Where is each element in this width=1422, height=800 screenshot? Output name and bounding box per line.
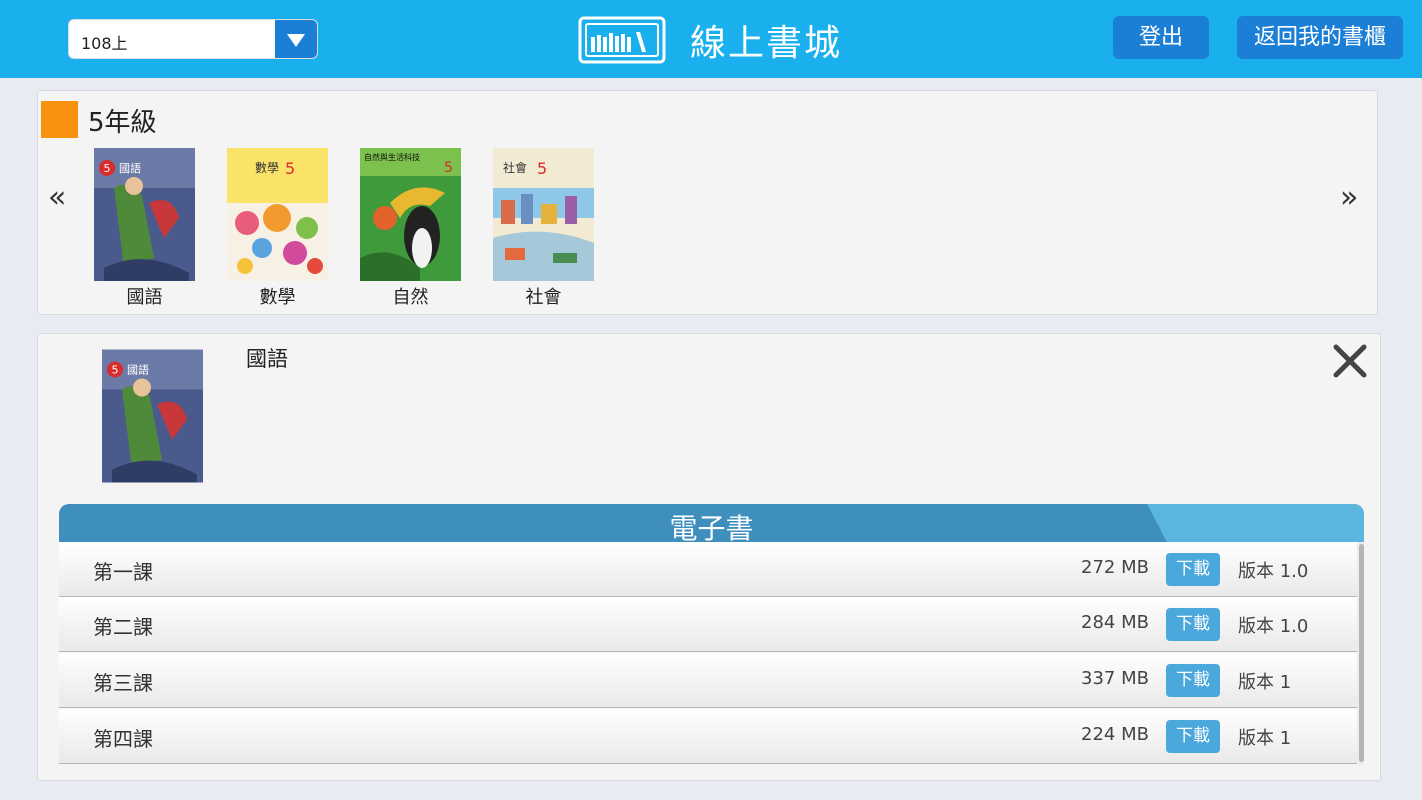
list-item[interactable]: 第四課 224 MB 下載 版本 1: [59, 709, 1357, 764]
version-label: 版本 1.0: [1238, 561, 1309, 582]
svg-text:5: 5: [444, 160, 453, 176]
svg-text:自然與生活科技: 自然與生活科技: [364, 152, 420, 162]
ebook-list[interactable]: 第一課 272 MB 下載 版本 1.0 第二課 284 MB 下載 版本 1.…: [59, 542, 1364, 765]
book-title: 數學: [259, 287, 296, 308]
version-label: 版本 1.0: [1238, 616, 1309, 637]
book-cover[interactable]: 5 國語: [94, 148, 195, 281]
svg-text:國語: 國語: [127, 363, 149, 377]
book-title: 自然: [392, 287, 429, 308]
book-title: 國語: [126, 287, 163, 308]
svg-text:5: 5: [285, 159, 295, 178]
ebook-section-label: 電子書: [669, 512, 754, 542]
svg-text:5: 5: [537, 159, 547, 178]
download-button[interactable]: 下載: [1166, 553, 1220, 586]
list-item[interactable]: 第三課 337 MB 下載 版本 1: [59, 653, 1357, 708]
svg-text:社會: 社會: [503, 160, 527, 175]
bookshelf-icon: [578, 16, 666, 64]
book-chinese[interactable]: 5 國語 國語: [94, 148, 195, 309]
file-size: 337 MB: [1081, 668, 1149, 689]
download-button[interactable]: 下載: [1166, 720, 1220, 753]
download-button[interactable]: 下載: [1166, 608, 1220, 641]
file-size: 224 MB: [1081, 724, 1149, 745]
term-select-value: 108上: [81, 34, 128, 53]
file-size: 272 MB: [1081, 557, 1149, 578]
svg-text:國語: 國語: [119, 161, 141, 175]
lesson-name: 第四課: [93, 727, 153, 751]
book-science[interactable]: 自然與生活科技 5 自然: [360, 148, 461, 309]
book-cover[interactable]: 數學 5: [227, 148, 328, 281]
close-icon[interactable]: [1332, 343, 1368, 379]
ebook-section-header: 電子書: [59, 504, 1364, 542]
selected-book-cover: 5 國語: [102, 349, 203, 483]
selected-book-title: 國語: [246, 347, 288, 371]
term-select[interactable]: 108上: [68, 19, 318, 59]
back-to-bookshelf-button[interactable]: 返回我的書櫃: [1237, 16, 1403, 59]
grade-marker: [41, 101, 78, 138]
next-arrow[interactable]: »: [1340, 183, 1358, 213]
book-social[interactable]: 社會 5 社會: [493, 148, 594, 309]
logout-button[interactable]: 登出: [1113, 16, 1209, 59]
grade-shelf: 5年級 « » 5 國語 國語 數學 5 數學 自然與生活科技 5 自然 社會 …: [37, 90, 1378, 315]
app-title: 線上書城: [690, 23, 843, 64]
svg-text:5: 5: [112, 364, 119, 377]
grade-label: 5年級: [88, 108, 157, 138]
book-cover[interactable]: 社會 5: [493, 148, 594, 281]
svg-text:數學: 數學: [255, 161, 279, 175]
file-size: 284 MB: [1081, 612, 1149, 633]
top-bar: 108上 線上書城 登出 返回我的書櫃: [0, 0, 1422, 78]
brand: 線上書城: [578, 14, 842, 66]
lesson-name: 第一課: [93, 560, 153, 584]
version-label: 版本 1: [1238, 728, 1292, 749]
list-item[interactable]: 第二課 284 MB 下載 版本 1.0: [59, 597, 1357, 652]
prev-arrow[interactable]: «: [48, 183, 66, 213]
book-math[interactable]: 數學 5 數學: [227, 148, 328, 309]
book-cover[interactable]: 自然與生活科技 5: [360, 148, 461, 281]
scrollbar-thumb[interactable]: [1359, 544, 1364, 762]
dropdown-button[interactable]: [275, 20, 317, 58]
lesson-name: 第二課: [93, 615, 153, 639]
svg-text:5: 5: [104, 162, 111, 175]
version-label: 版本 1: [1238, 672, 1292, 693]
book-detail-panel: 5 國語 國語 電子書 第一課 272 MB 下載 版本 1.0 第二課 284…: [37, 333, 1381, 781]
chevron-down-icon: [287, 34, 305, 47]
book-title: 社會: [525, 287, 562, 308]
download-button[interactable]: 下載: [1166, 664, 1220, 697]
lesson-name: 第三課: [93, 671, 153, 695]
list-item[interactable]: 第一課 272 MB 下載 版本 1.0: [59, 542, 1357, 597]
